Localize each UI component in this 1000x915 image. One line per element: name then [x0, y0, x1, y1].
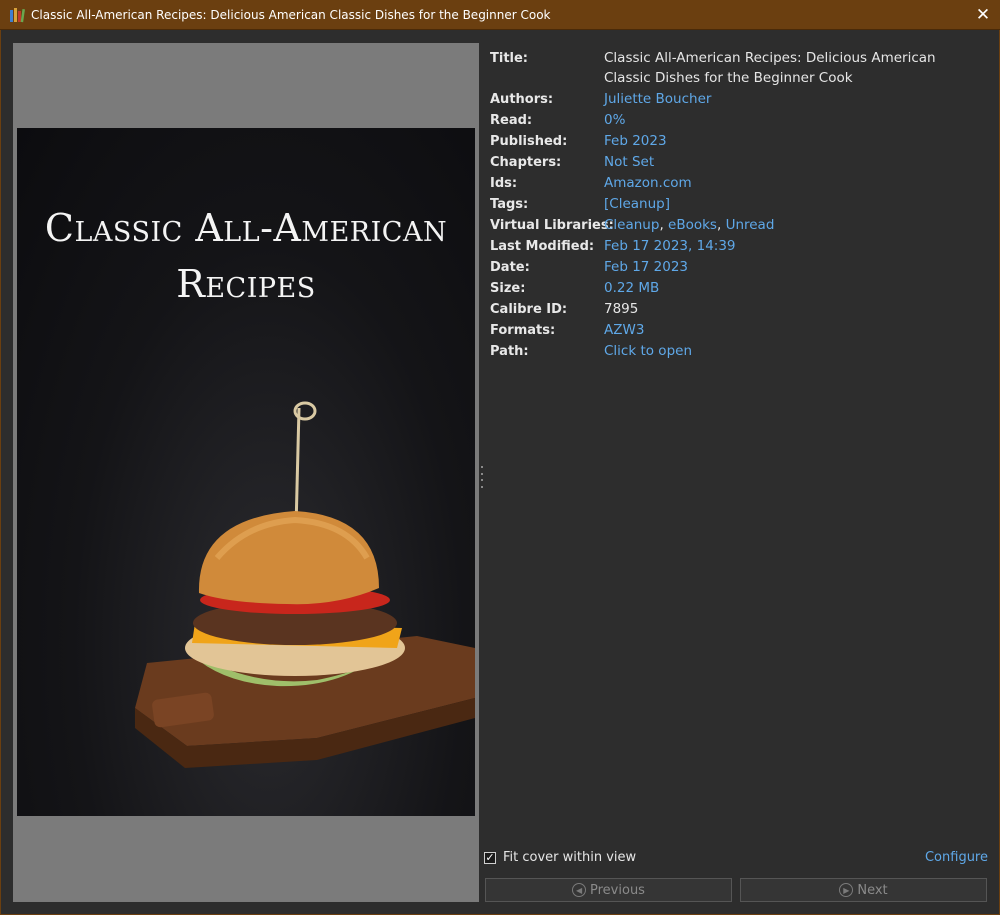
- size-label: Size:: [490, 281, 526, 296]
- ids-link[interactable]: Amazon.com: [604, 173, 990, 194]
- next-arrow-icon: ▶: [839, 883, 854, 897]
- size-link[interactable]: 0.22 MB: [604, 278, 990, 299]
- calibre-id-value: 7895: [604, 301, 639, 317]
- cover-pane: Classic All-American Recipes: [13, 43, 479, 902]
- virtual-libraries-value: Cleanup, eBooks, Unread: [604, 215, 990, 236]
- tags-label: Tags:: [490, 197, 529, 212]
- ids-label: Ids:: [490, 176, 518, 191]
- window-title: Classic All-American Recipes: Delicious …: [31, 8, 551, 22]
- fit-cover-checkbox[interactable]: ✓: [484, 852, 496, 864]
- virtual-library-link-unread[interactable]: Unread: [726, 217, 775, 233]
- metadata-panel: Title: Classic All-American Recipes: Del…: [490, 48, 990, 362]
- virtual-library-link-cleanup[interactable]: Cleanup: [604, 217, 659, 233]
- previous-button-label: Previous: [590, 882, 645, 898]
- meta-row-last-modified: Last Modified: Feb 17 2023, 14:39: [490, 236, 990, 257]
- meta-row-tags: Tags: [Cleanup]: [490, 194, 990, 215]
- title-label: Title:: [490, 51, 529, 66]
- book-cover-image: Classic All-American Recipes: [17, 128, 475, 816]
- virtual-library-separator: ,: [659, 217, 669, 233]
- configure-link[interactable]: Configure: [925, 850, 988, 865]
- virtual-library-link-ebooks[interactable]: eBooks: [668, 217, 717, 233]
- formats-link[interactable]: AZW3: [604, 320, 990, 341]
- date-link[interactable]: Feb 17 2023: [604, 257, 990, 278]
- meta-row-read: Read: 0%: [490, 110, 990, 131]
- virtual-libraries-label: Virtual Libraries:: [490, 218, 614, 233]
- bottom-options-bar: ✓ Fit cover within view Configure: [484, 849, 988, 871]
- read-link[interactable]: 0%: [604, 110, 990, 131]
- last-modified-label: Last Modified:: [490, 239, 595, 254]
- meta-row-size: Size: 0.22 MB: [490, 278, 990, 299]
- burger-illustration: [135, 401, 475, 768]
- fit-cover-label[interactable]: Fit cover within view: [503, 850, 636, 865]
- title-value: Classic All-American Recipes: Delicious …: [604, 50, 936, 86]
- calibre-id-label: Calibre ID:: [490, 302, 568, 317]
- chapters-label: Chapters:: [490, 155, 562, 170]
- meta-row-path: Path: Click to open: [490, 341, 990, 362]
- authors-link[interactable]: Juliette Boucher: [604, 89, 990, 110]
- previous-arrow-icon: ◀: [572, 883, 587, 897]
- read-label: Read:: [490, 113, 533, 128]
- meta-row-authors: Authors: Juliette Boucher: [490, 89, 990, 110]
- date-label: Date:: [490, 260, 530, 275]
- published-label: Published:: [490, 134, 568, 149]
- meta-row-date: Date: Feb 17 2023: [490, 257, 990, 278]
- formats-label: Formats:: [490, 323, 556, 338]
- meta-row-published: Published: Feb 2023: [490, 131, 990, 152]
- meta-row-title: Title: Classic All-American Recipes: Del…: [490, 48, 990, 89]
- calibre-books-icon: [10, 8, 25, 23]
- authors-label: Authors:: [490, 92, 554, 107]
- last-modified-link[interactable]: Feb 17 2023, 14:39: [604, 236, 990, 257]
- meta-row-chapters: Chapters: Not Set: [490, 152, 990, 173]
- window-titlebar: Classic All-American Recipes: Delicious …: [0, 0, 1000, 30]
- meta-row-virtual-libraries: Virtual Libraries: Cleanup, eBooks, Unre…: [490, 215, 990, 236]
- path-link[interactable]: Click to open: [604, 341, 990, 362]
- virtual-library-separator: ,: [716, 217, 726, 233]
- next-button-label: Next: [857, 882, 888, 898]
- chapters-link[interactable]: Not Set: [604, 152, 990, 173]
- meta-row-ids: Ids: Amazon.com: [490, 173, 990, 194]
- splitter-handle[interactable]: [480, 466, 483, 488]
- close-icon[interactable]: ✕: [966, 0, 1000, 30]
- tags-link[interactable]: [Cleanup]: [604, 194, 990, 215]
- next-button[interactable]: ▶ Next: [740, 878, 987, 902]
- published-link[interactable]: Feb 2023: [604, 131, 990, 152]
- path-label: Path:: [490, 344, 529, 359]
- meta-row-formats: Formats: AZW3: [490, 320, 990, 341]
- meta-row-calibre-id: Calibre ID: 7895: [490, 299, 990, 320]
- previous-button[interactable]: ◀ Previous: [485, 878, 732, 902]
